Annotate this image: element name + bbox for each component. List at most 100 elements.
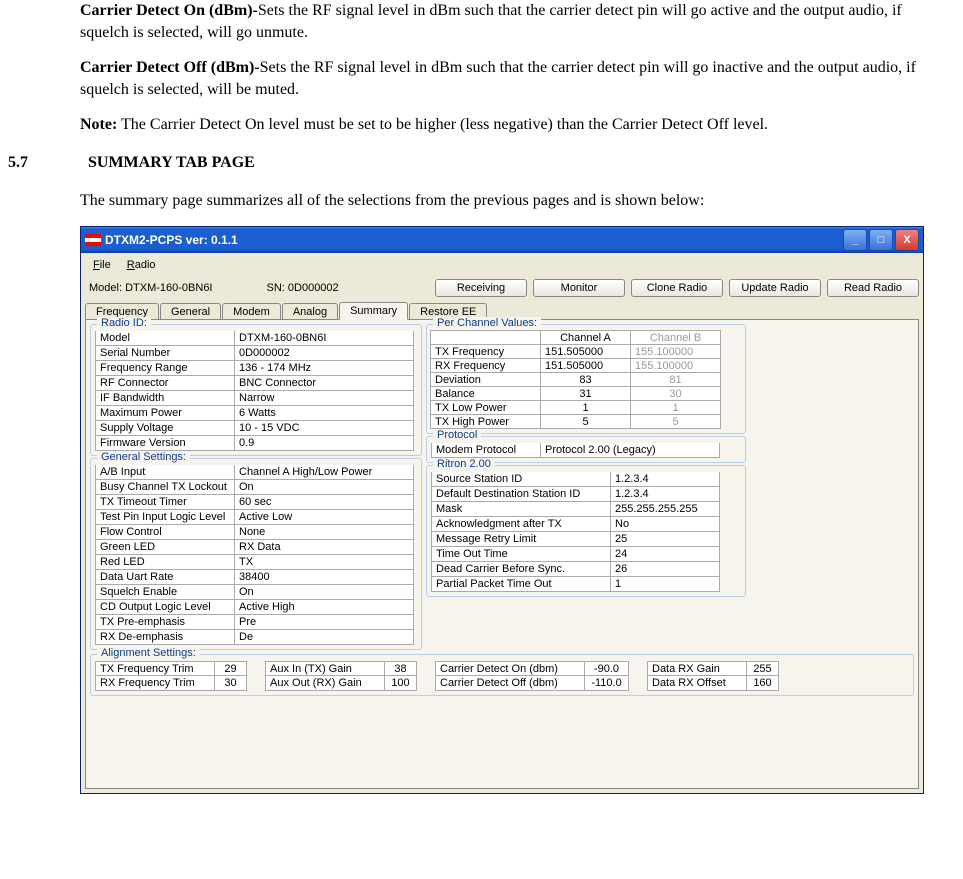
clone-radio-button[interactable]: Clone Radio <box>631 279 723 297</box>
v-cd-off: -110.0 <box>585 676 629 691</box>
v-drx-gain: 255 <box>747 661 779 676</box>
group-ritron: Ritron 2.00 Source Station ID1.2.3.4 Def… <box>426 465 746 597</box>
k-src-id: Source Station ID <box>431 472 611 487</box>
tab-modem[interactable]: Modem <box>222 303 281 320</box>
k-dev: Deviation <box>430 372 541 387</box>
v-ack: No <box>610 517 720 532</box>
k-uart: Data Uart Rate <box>95 570 235 585</box>
v-cd-logic: Active High <box>234 600 414 615</box>
app-window: DTXM2-PCPS ver: 0.1.1 _ □ X File Radio M… <box>80 226 924 794</box>
tab-general[interactable]: General <box>160 303 221 320</box>
v-aux-in: 38 <box>385 661 417 676</box>
v-flow: None <box>234 525 414 540</box>
para-cd-on: Carrier Detect On (dBm)-Sets the RF sign… <box>80 0 923 43</box>
window-title: DTXM2-PCPS ver: 0.1.1 <box>105 233 843 247</box>
monitor-button[interactable]: Monitor <box>533 279 625 297</box>
v-cd-on: -90.0 <box>585 661 629 676</box>
v-max-power: 6 Watts <box>234 406 414 421</box>
k-tx-timeout: TX Timeout Timer <box>95 495 235 510</box>
hdr-ch-b: Channel B <box>630 330 721 345</box>
v-aux-out: 100 <box>385 676 417 691</box>
v-bal-b: 30 <box>630 386 721 401</box>
k-sn: Serial Number <box>95 346 235 361</box>
k-dcbs: Dead Carrier Before Sync. <box>431 562 611 577</box>
v-retry: 25 <box>610 532 720 547</box>
k-rf-conn: RF Connector <box>95 376 235 391</box>
v-freq-range: 136 - 174 MHz <box>234 361 414 376</box>
sn-label: SN: 0D000002 <box>263 282 343 294</box>
k-squelch: Squelch Enable <box>95 585 235 600</box>
tab-analog[interactable]: Analog <box>282 303 338 320</box>
k-txl: TX Low Power <box>430 400 541 415</box>
group-title: Per Channel Values: <box>433 317 541 329</box>
para-note: Note: The Carrier Detect On level must b… <box>80 114 923 136</box>
receiving-button[interactable]: Receiving <box>435 279 527 297</box>
k-red-led: Red LED <box>95 555 235 570</box>
group-title: Radio ID: <box>97 317 151 329</box>
v-tx-pre: Pre <box>234 615 414 630</box>
v-tot: 24 <box>610 547 720 562</box>
k-ab-input: A/B Input <box>95 465 235 480</box>
v-green-led: RX Data <box>234 540 414 555</box>
k-flow: Flow Control <box>95 525 235 540</box>
v-fw-ver: 0.9 <box>234 436 414 451</box>
k-txh: TX High Power <box>430 414 541 429</box>
v-model: DTXM-160-0BN6I <box>234 331 414 346</box>
tab-sheet: Radio ID: ModelDTXM-160-0BN6I Serial Num… <box>85 319 919 789</box>
v-dcbs: 26 <box>610 562 720 577</box>
hdr-ch-a: Channel A <box>540 330 631 345</box>
k-aux-in: Aux In (TX) Gain <box>265 661 385 676</box>
v-txh-b: 5 <box>630 414 721 429</box>
k-cd-on: Carrier Detect On (dbm) <box>435 661 585 676</box>
menu-radio[interactable]: Radio <box>121 258 162 272</box>
v-txh-a: 5 <box>540 414 631 429</box>
v-tx-trim: 29 <box>215 661 247 676</box>
group-title: Protocol <box>433 429 481 441</box>
v-mask: 255.255.255.255 <box>610 502 720 517</box>
v-drx-off: 160 <box>747 676 779 691</box>
v-rxf-b: 155.100000 <box>630 358 721 373</box>
group-alignment: Alignment Settings: TX Frequency Trim29 … <box>90 654 914 696</box>
k-if-bw: IF Bandwidth <box>95 391 235 406</box>
maximize-button[interactable]: □ <box>869 229 893 251</box>
v-modem-proto: Protocol 2.00 (Legacy) <box>540 443 720 458</box>
v-busy: On <box>234 480 414 495</box>
k-rx-de: RX De-emphasis <box>95 630 235 645</box>
k-rx-trim: RX Frequency Trim <box>95 676 215 691</box>
v-src-id: 1.2.3.4 <box>610 472 720 487</box>
app-icon <box>85 234 101 246</box>
group-title: Ritron 2.00 <box>433 458 495 470</box>
v-ppto: 1 <box>610 577 720 592</box>
window-titlebar[interactable]: DTXM2-PCPS ver: 0.1.1 _ □ X <box>81 227 923 253</box>
v-squelch: On <box>234 585 414 600</box>
k-test-pin: Test Pin Input Logic Level <box>95 510 235 525</box>
k-tx-pre: TX Pre-emphasis <box>95 615 235 630</box>
v-txl-b: 1 <box>630 400 721 415</box>
k-tx-trim: TX Frequency Trim <box>95 661 215 676</box>
k-drx-gain: Data RX Gain <box>647 661 747 676</box>
minimize-button[interactable]: _ <box>843 229 867 251</box>
update-radio-button[interactable]: Update Radio <box>729 279 821 297</box>
v-dev-a: 83 <box>540 372 631 387</box>
toolbar: Model: DTXM-160-0BN6I SN: 0D000002 Recei… <box>81 277 923 299</box>
model-label: Model: DTXM-160-0BN6I <box>85 282 217 294</box>
group-per-channel: Per Channel Values: Channel AChannel B T… <box>426 324 746 434</box>
v-test-pin: Active Low <box>234 510 414 525</box>
v-tx-timeout: 60 sec <box>234 495 414 510</box>
k-drx-off: Data RX Offset <box>647 676 747 691</box>
v-ab-input: Channel A High/Low Power <box>234 465 414 480</box>
k-rxf: RX Frequency <box>430 358 541 373</box>
read-radio-button[interactable]: Read Radio <box>827 279 919 297</box>
close-button[interactable]: X <box>895 229 919 251</box>
v-bal-a: 31 <box>540 386 631 401</box>
tab-summary[interactable]: Summary <box>339 302 408 320</box>
v-rx-de: De <box>234 630 414 645</box>
tab-row: Frequency General Modem Analog Summary R… <box>81 299 923 319</box>
menu-file[interactable]: File <box>87 258 117 272</box>
k-modem-proto: Modem Protocol <box>431 443 541 458</box>
k-freq-range: Frequency Range <box>95 361 235 376</box>
k-tot: Time Out Time <box>431 547 611 562</box>
v-uart: 38400 <box>234 570 414 585</box>
v-sn: 0D000002 <box>234 346 414 361</box>
v-rx-trim: 30 <box>215 676 247 691</box>
